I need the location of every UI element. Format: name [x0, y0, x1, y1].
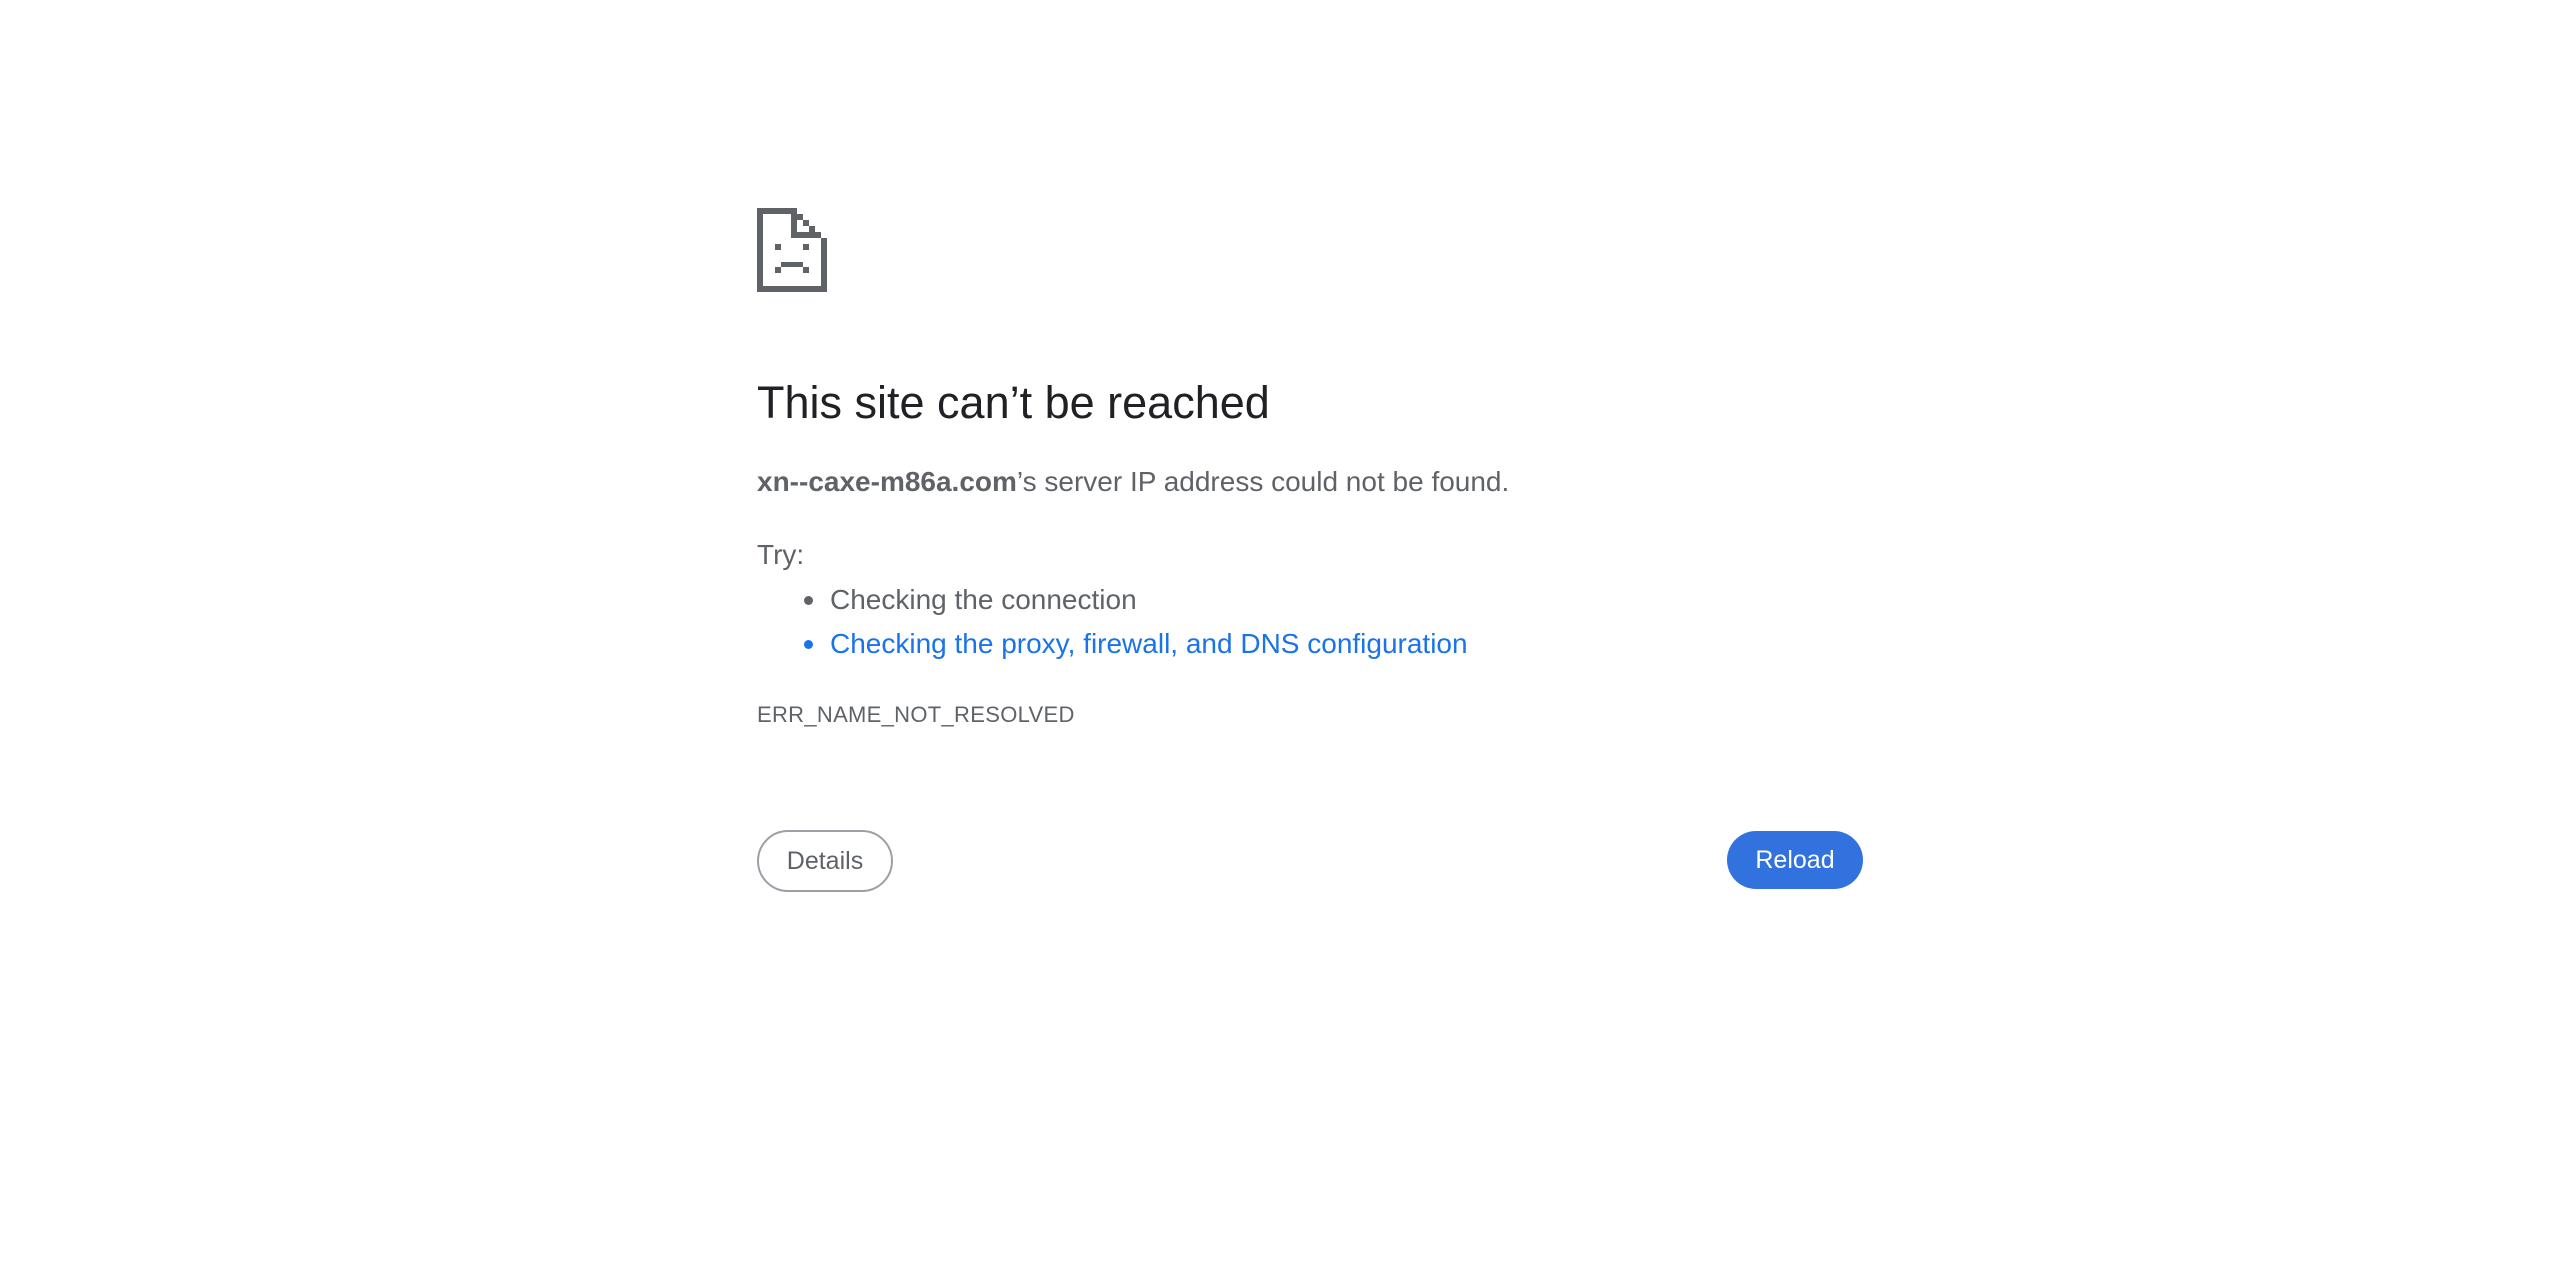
error-page: This site can’t be reached xn--caxe-m86a… [0, 0, 2560, 1280]
error-message: ’s server IP address could not be found. [1016, 466, 1510, 497]
error-code: ERR_NAME_NOT_RESOLVED [757, 702, 1075, 727]
page-title: This site can’t be reached [757, 377, 1270, 428]
suggestions-list: Checking the connection Checking the pro… [757, 578, 1468, 666]
reload-button[interactable]: Reload [1727, 831, 1863, 889]
suggestion-check-proxy: Checking the proxy, firewall, and DNS co… [757, 622, 1468, 666]
sad-page-icon [757, 208, 827, 292]
proxy-firewall-dns-link[interactable]: Checking the proxy, firewall, and DNS co… [830, 628, 1468, 659]
suggestion-check-connection: Checking the connection [757, 578, 1468, 622]
error-summary: xn--caxe-m86a.com’s server IP address co… [757, 462, 1509, 502]
details-button[interactable]: Details [757, 830, 893, 892]
error-host: xn--caxe-m86a.com [757, 466, 1017, 497]
try-label: Try: [757, 539, 805, 570]
